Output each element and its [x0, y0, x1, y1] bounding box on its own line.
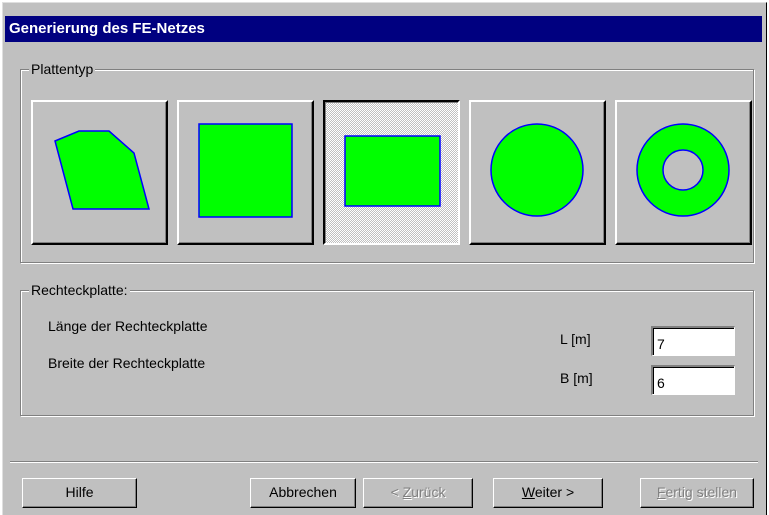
laenge-label: Länge der Rechteckplatte — [48, 318, 208, 334]
next-button[interactable]: Weiter > — [493, 478, 603, 508]
rectangle-plate-icon — [344, 135, 441, 207]
next-button-label: eiter > — [534, 484, 575, 500]
b-unit-label: B [m] — [560, 370, 593, 386]
back-button-mnemonic: Z — [402, 484, 412, 500]
help-button[interactable]: Hilfe — [22, 478, 137, 508]
help-button-label: Hilfe — [65, 484, 94, 500]
cancel-button[interactable]: Abbrechen — [250, 478, 356, 508]
plate-type-circle-button[interactable] — [469, 100, 606, 245]
rechteckplatte-label: Rechteckplatte: — [29, 282, 130, 298]
square-plate-icon — [198, 123, 293, 218]
window-title: Generierung des FE-Netzes — [9, 20, 205, 37]
title-bar: Generierung des FE-Netzes — [5, 16, 762, 42]
cancel-button-label: Abbrechen — [269, 484, 337, 500]
polygon-plate-icon — [54, 130, 150, 210]
l-unit-label: L [m] — [560, 331, 591, 347]
back-button-label: urück — [411, 484, 446, 500]
plate-type-ring-button[interactable] — [615, 100, 752, 245]
length-input[interactable]: 7 — [651, 326, 735, 356]
plate-type-square-button[interactable] — [177, 100, 314, 245]
circle-plate-icon — [490, 123, 584, 217]
finish-button[interactable]: Fertig stellen — [640, 478, 754, 508]
back-button-prefix: < — [390, 484, 403, 500]
rechteckplatte-group: Rechteckplatte: — [20, 282, 754, 416]
plate-type-rectangle-button[interactable] — [323, 100, 460, 245]
ring-plate-icon — [636, 123, 730, 217]
width-input[interactable]: 6 — [651, 365, 735, 395]
plattentyp-label: Plattentyp — [29, 61, 96, 77]
plate-type-polygon-button[interactable] — [31, 100, 168, 245]
finish-button-label: ertig stellen — [665, 484, 738, 500]
breite-label: Breite der Rechteckplatte — [48, 355, 206, 371]
back-button[interactable]: < Zurück — [363, 478, 473, 508]
button-separator — [10, 461, 758, 463]
next-button-mnemonic: W — [521, 484, 535, 500]
